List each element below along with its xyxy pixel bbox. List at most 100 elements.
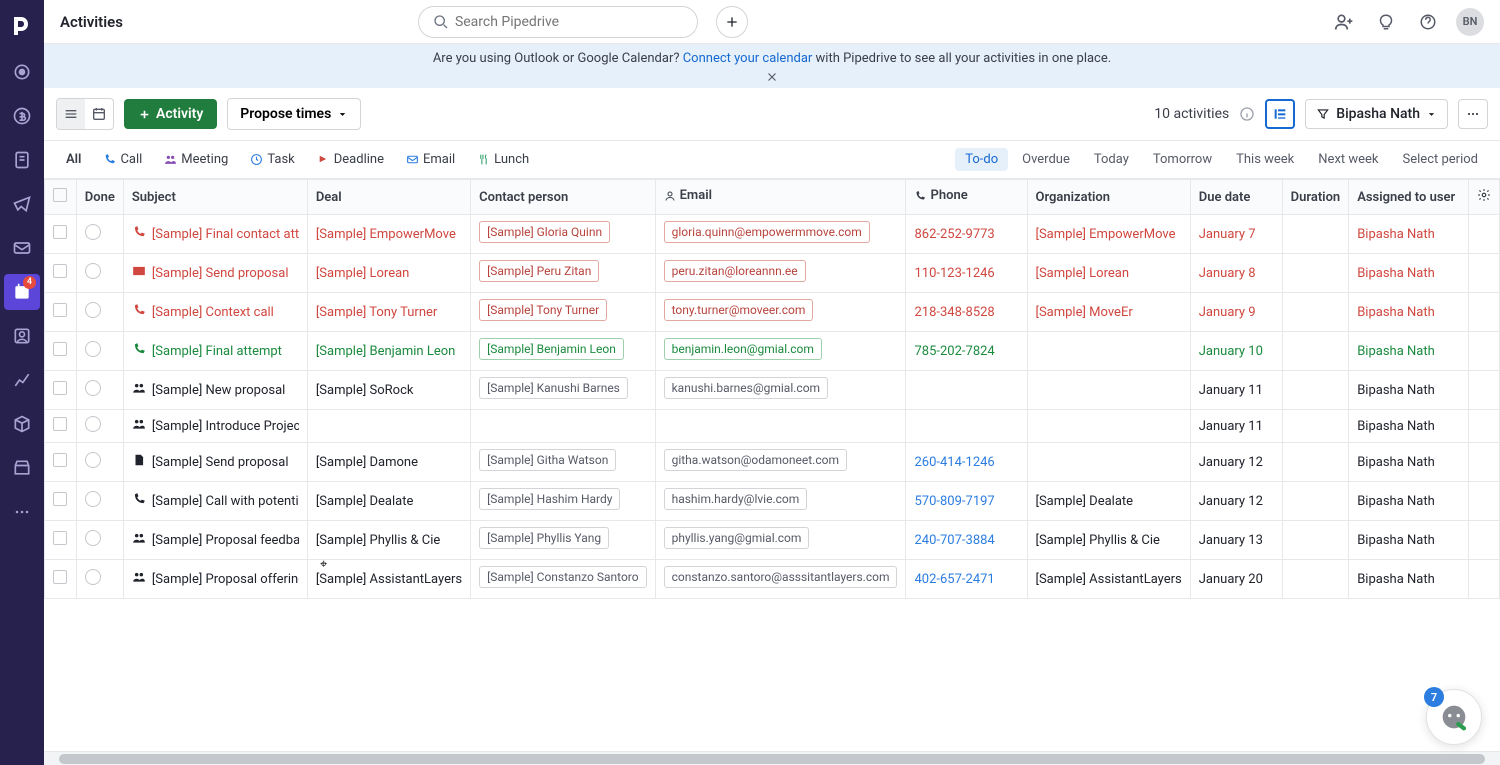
sidebar-item-projects[interactable] <box>0 138 44 182</box>
user-avatar[interactable]: BN <box>1456 8 1484 36</box>
sidebar-item-deals[interactable] <box>0 94 44 138</box>
more-actions-button[interactable] <box>1458 99 1488 129</box>
time-filter-this-week[interactable]: This week <box>1226 148 1304 171</box>
table-row[interactable]: [Sample] Proposal feedback [Sample] Phyl… <box>45 521 1500 560</box>
subject-cell[interactable]: [Sample] Introduce Projects... <box>132 417 299 435</box>
horizontal-scrollbar[interactable] <box>44 751 1500 765</box>
add-activity-button[interactable]: Activity <box>124 99 217 129</box>
assistant-icon[interactable] <box>1372 8 1400 36</box>
table-row[interactable]: [Sample] Final attempt [Sample] Benjamin… <box>45 332 1500 371</box>
info-icon[interactable] <box>1239 106 1255 122</box>
deal-cell[interactable]: [Sample] Benjamin Leon <box>307 332 470 371</box>
subject-cell[interactable]: [Sample] Final contact atte... <box>132 225 299 243</box>
col-assigned[interactable]: Assigned to user <box>1349 180 1469 215</box>
email-cell[interactable]: phyllis.yang@gmial.com <box>655 521 906 560</box>
close-icon[interactable] <box>765 70 779 84</box>
type-call[interactable]: Call <box>93 147 152 172</box>
type-deadline[interactable]: Deadline <box>307 147 394 172</box>
org-cell[interactable]: [Sample] Dealate <box>1027 482 1190 521</box>
email-cell[interactable]: githa.watson@odamoneet.com <box>655 443 906 482</box>
assigned-cell[interactable]: Bipasha Nath <box>1349 254 1469 293</box>
email-cell[interactable]: constanzo.santoro@asssitantlayers.com <box>655 560 906 599</box>
subject-cell[interactable]: [Sample] Proposal feedback <box>132 531 299 549</box>
contact-cell[interactable]: [Sample] Benjamin Leon <box>471 332 656 371</box>
contact-cell[interactable]: [Sample] Phyllis Yang <box>471 521 656 560</box>
deal-cell[interactable]: [Sample] Lorean <box>307 254 470 293</box>
assigned-cell[interactable]: Bipasha Nath <box>1349 410 1469 443</box>
row-checkbox[interactable] <box>53 453 67 467</box>
row-checkbox[interactable] <box>53 531 67 545</box>
table-row[interactable]: [Sample] Send proposal [Sample] Damone [… <box>45 443 1500 482</box>
time-filter-overdue[interactable]: Overdue <box>1012 148 1080 171</box>
org-cell[interactable] <box>1027 443 1190 482</box>
table-row[interactable]: [Sample] Context call [Sample] Tony Turn… <box>45 293 1500 332</box>
email-cell[interactable]: hashim.hardy@lvie.com <box>655 482 906 521</box>
done-toggle[interactable] <box>85 341 101 357</box>
assigned-cell[interactable]: Bipasha Nath <box>1349 443 1469 482</box>
search-input[interactable] <box>455 14 683 30</box>
col-phone[interactable]: Phone <box>906 180 1027 215</box>
sidebar-item-campaigns[interactable] <box>0 182 44 226</box>
type-all[interactable]: All <box>56 147 91 172</box>
table-row[interactable]: [Sample] Proposal offering [Sample] Assi… <box>45 560 1500 599</box>
row-checkbox[interactable] <box>53 225 67 239</box>
row-checkbox[interactable] <box>53 342 67 356</box>
phone-cell[interactable]: 260-414-1246 <box>906 443 1027 482</box>
col-settings[interactable] <box>1468 180 1499 215</box>
row-checkbox[interactable] <box>53 492 67 506</box>
table-row[interactable]: [Sample] Send proposal [Sample] Lorean [… <box>45 254 1500 293</box>
done-toggle[interactable] <box>85 530 101 546</box>
help-bubble[interactable]: 7 <box>1426 689 1482 745</box>
contact-cell[interactable]: [Sample] Tony Turner <box>471 293 656 332</box>
type-lunch[interactable]: Lunch <box>467 147 539 172</box>
done-toggle[interactable] <box>85 224 101 240</box>
contact-cell[interactable]: [Sample] Constanzo Santoro <box>471 560 656 599</box>
col-dur[interactable]: Duration <box>1282 180 1349 215</box>
list-view-button[interactable] <box>57 99 85 129</box>
org-cell[interactable] <box>1027 410 1190 443</box>
phone-cell[interactable]: 785-202-7824 <box>906 332 1027 371</box>
email-cell[interactable]: gloria.quinn@empowermmove.com <box>655 215 906 254</box>
contact-cell[interactable]: [Sample] Gloria Quinn <box>471 215 656 254</box>
row-checkbox[interactable] <box>53 381 67 395</box>
assigned-cell[interactable]: Bipasha Nath <box>1349 293 1469 332</box>
deal-cell[interactable]: [Sample] Phyllis & Cie <box>307 521 470 560</box>
assigned-cell[interactable]: Bipasha Nath <box>1349 371 1469 410</box>
subject-cell[interactable]: [Sample] Context call <box>132 303 299 321</box>
done-toggle[interactable] <box>85 491 101 507</box>
assigned-cell[interactable]: Bipasha Nath <box>1349 521 1469 560</box>
banner-link[interactable]: Connect your calendar <box>683 51 813 66</box>
time-filter-tomorrow[interactable]: Tomorrow <box>1143 148 1222 171</box>
org-cell[interactable]: [Sample] MoveEr <box>1027 293 1190 332</box>
table-row[interactable]: [Sample] Final contact atte... [Sample] … <box>45 215 1500 254</box>
done-toggle[interactable] <box>85 452 101 468</box>
type-meeting[interactable]: Meeting <box>154 147 238 172</box>
sidebar-item-insights[interactable] <box>0 358 44 402</box>
org-cell[interactable]: [Sample] Lorean <box>1027 254 1190 293</box>
phone-cell[interactable]: 862-252-9773 <box>906 215 1027 254</box>
phone-cell[interactable]: 570-809-7197 <box>906 482 1027 521</box>
phone-cell[interactable]: 110-123-1246 <box>906 254 1027 293</box>
contact-cell[interactable]: [Sample] Githa Watson <box>471 443 656 482</box>
col-email[interactable]: Email <box>655 180 906 215</box>
type-task[interactable]: Task <box>240 147 304 172</box>
help-icon[interactable] <box>1414 8 1442 36</box>
col-org[interactable]: Organization <box>1027 180 1190 215</box>
col-due[interactable]: Due date <box>1190 180 1282 215</box>
email-cell[interactable]: tony.turner@moveer.com <box>655 293 906 332</box>
phone-cell[interactable]: 240-707-3884 <box>906 521 1027 560</box>
sidebar-item-more[interactable] <box>0 490 44 534</box>
org-cell[interactable] <box>1027 371 1190 410</box>
email-cell[interactable] <box>655 410 906 443</box>
time-filter-today[interactable]: Today <box>1084 148 1139 171</box>
time-filter-todo[interactable]: To-do <box>955 148 1008 171</box>
row-checkbox[interactable] <box>53 303 67 317</box>
done-toggle[interactable] <box>85 263 101 279</box>
phone-cell[interactable] <box>906 410 1027 443</box>
table-row[interactable]: [Sample] Introduce Projects... January 1… <box>45 410 1500 443</box>
sidebar-item-activities[interactable]: 4 <box>4 274 40 310</box>
assigned-cell[interactable]: Bipasha Nath <box>1349 482 1469 521</box>
done-toggle[interactable] <box>85 302 101 318</box>
email-cell[interactable]: kanushi.barnes@gmial.com <box>655 371 906 410</box>
deal-cell[interactable]: [Sample] Dealate <box>307 482 470 521</box>
